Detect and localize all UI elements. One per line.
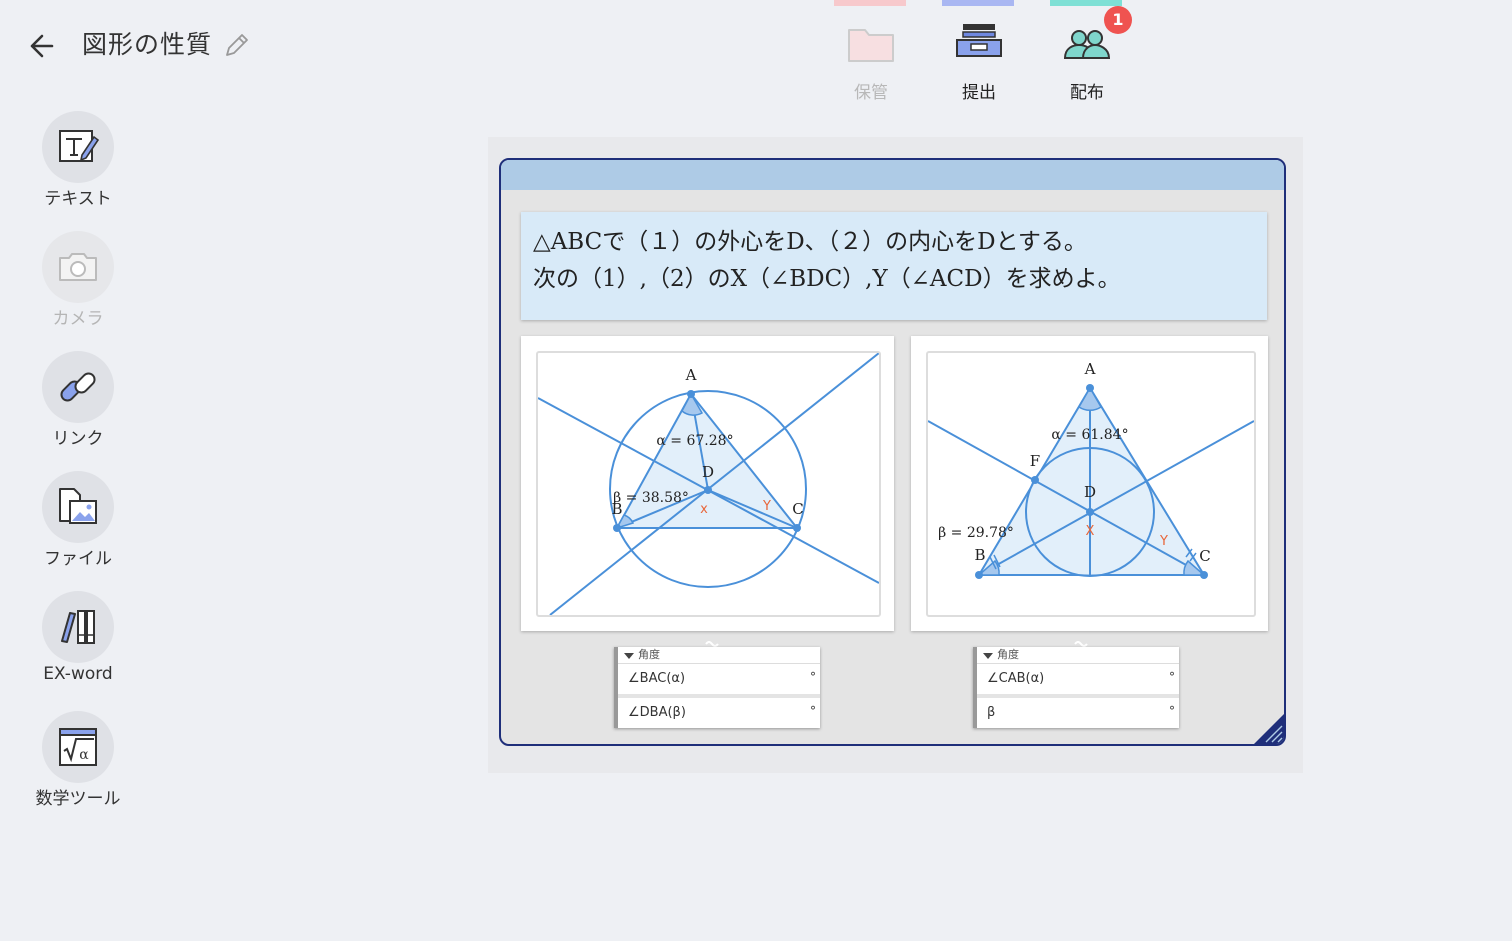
table-header[interactable]: 角度 [618, 647, 820, 663]
pencil-icon[interactable] [222, 30, 252, 60]
question-line-2: 次の（1）,（2）のX（∠BDC）,Y（∠ACD）を求めよ。 [533, 266, 1121, 292]
inbox-tray-icon [951, 18, 1007, 68]
sidebar-item-exword[interactable]: EX-word [30, 591, 126, 691]
angle-name: ∠BAC(α) [628, 671, 686, 686]
arrow-left-icon [30, 34, 54, 58]
resize-handle[interactable] [1252, 712, 1284, 744]
angle-name: β [987, 705, 996, 720]
degree-unit: ° [1169, 670, 1175, 684]
table-row: ∠DBA(β) ° [618, 694, 820, 728]
figure-panel-2[interactable]: A B C D F X Y α = 61.84° β = 29.78° [911, 336, 1268, 631]
sidebar-item-label: テキスト [44, 189, 112, 209]
distribute-button[interactable]: 1 配布 [1042, 0, 1132, 110]
degree-unit: ° [1169, 704, 1175, 718]
question-line-1: △ABCで（１）の外心をD、（２）の内心をDとする。 [533, 229, 1087, 255]
submit-label: 提出 [962, 83, 996, 103]
alpha-value-label: α = 61.84° [1051, 427, 1128, 443]
sidebar-item-label: 数学ツール [35, 789, 121, 809]
back-button[interactable] [24, 28, 60, 64]
file-image-icon [59, 488, 97, 524]
sidebar-item-camera[interactable]: カメラ [30, 231, 126, 331]
camera-icon [59, 253, 97, 281]
vertex-label-a: A [685, 366, 697, 384]
angle-label-y: Y [762, 499, 771, 514]
folder-icon [843, 18, 899, 68]
figure-panel-1[interactable]: A B C D x Y α = 67.28° β = 38.58° [521, 336, 894, 631]
sidebar-item-label: カメラ [52, 309, 104, 329]
store-label: 保管 [854, 83, 888, 103]
beta-value-label: β = 38.58° [613, 490, 689, 506]
angle-name: ∠CAB(α) [987, 671, 1045, 686]
connector-handle[interactable] [1074, 634, 1088, 647]
books-icon [61, 610, 95, 644]
table-row: β ° [977, 694, 1179, 728]
vertex-label-f: F [1030, 452, 1040, 470]
notification-badge: 1 [1104, 6, 1132, 34]
sidebar-item-text[interactable]: テキスト [30, 111, 126, 211]
svg-text:α: α [79, 747, 89, 763]
vertex-label-c: C [1199, 547, 1210, 565]
page-title: 図形の性質 [82, 30, 213, 59]
sqrt-alpha-icon: α [59, 728, 97, 766]
submit-button[interactable]: 提出 [934, 0, 1024, 110]
geometry-figure-1[interactable]: A B C D x Y α = 67.28° β = 38.58° [536, 351, 881, 617]
sidebar-item-label: ファイル [44, 549, 112, 569]
vertex-label-a: A [1084, 360, 1096, 378]
geometry-figure-2[interactable]: A B C D F X Y α = 61.84° β = 29.78° [926, 351, 1256, 617]
table-header[interactable]: 角度 [977, 647, 1179, 663]
link-icon [60, 372, 96, 402]
sidebar-item-label: リンク [52, 429, 104, 449]
angle-name: ∠DBA(β) [628, 705, 686, 720]
vertex-label-c: C [792, 500, 803, 518]
angle-label-y: Y [1159, 534, 1168, 549]
text-edit-icon [59, 130, 100, 162]
angle-label-x: X [1086, 524, 1095, 539]
vertex-label-b: B [974, 546, 985, 564]
degree-unit: ° [810, 704, 816, 718]
beta-value-label: β = 29.78° [938, 525, 1014, 541]
distribute-label: 配布 [1070, 83, 1104, 103]
connector-handle[interactable] [705, 634, 719, 647]
sidebar-item-math-tool[interactable]: α 数学ツール [30, 711, 126, 811]
angle-table-1[interactable]: 角度 ∠BAC(α) ° ∠DBA(β) ° [614, 647, 820, 728]
vertex-label-d: D [1084, 483, 1096, 501]
question-box[interactable]: △ABCで（１）の外心をD、（２）の内心をDとする。 次の（1）,（2）のX（∠… [521, 212, 1267, 320]
angle-table-2[interactable]: 角度 ∠CAB(α) ° β ° [973, 647, 1179, 728]
vertex-label-d: D [702, 463, 714, 481]
sidebar-item-label: EX-word [43, 664, 113, 684]
sidebar-item-link[interactable]: リンク [30, 351, 126, 451]
resize-corner-icon [1254, 714, 1284, 744]
alpha-value-label: α = 67.28° [656, 433, 733, 449]
angle-label-x: x [700, 502, 708, 517]
card-header-bar[interactable] [501, 160, 1284, 190]
store-button[interactable]: 保管 [826, 0, 916, 110]
worksheet-card[interactable]: △ABCで（１）の外心をD、（２）の内心をDとする。 次の（1）,（2）のX（∠… [499, 158, 1286, 746]
degree-unit: ° [810, 670, 816, 684]
table-row: ∠BAC(α) ° [618, 663, 820, 694]
table-row: ∠CAB(α) ° [977, 663, 1179, 694]
sidebar-item-file[interactable]: ファイル [30, 471, 126, 571]
